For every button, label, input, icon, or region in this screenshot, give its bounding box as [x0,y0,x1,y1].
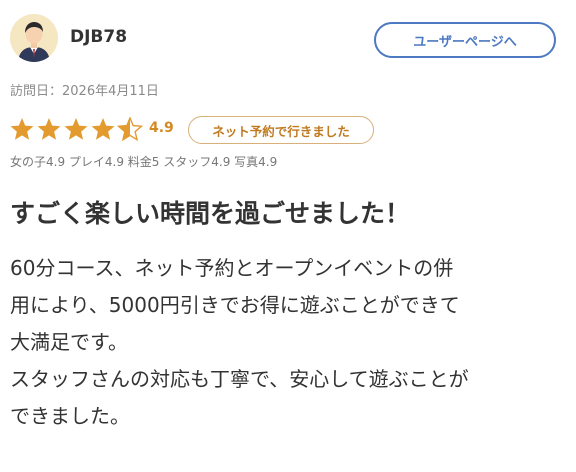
stars-graphic [10,117,144,142]
booking-method-badge: ネット予約で行きました [188,116,374,144]
review-header: DJB78 ユーザーページへ [10,14,560,66]
star-icon [64,118,88,140]
visit-date: 訪問日：2026年4月11日 [10,84,159,99]
review-line: 大満足です。 [10,330,128,354]
star-rating [10,117,144,143]
star-icon [10,118,34,140]
avatar-person-icon [10,14,58,62]
review-line: できました。 [10,404,130,428]
rating-row: 4.9 ネット予約で行きました [10,116,570,144]
username[interactable]: DJB78 [70,27,127,47]
rating-value: 4.9 [149,120,174,136]
review-line: 60分コース、ネット予約とオープンイベントの併 [10,256,454,280]
review-body: 60分コース、ネット予約とオープンイベントの併 用により、5000円引きでお得に… [10,250,570,435]
review-card: DJB78 ユーザーページへ 訪問日：2026年4月11日 4.9 ネット予約で… [0,0,576,472]
star-icon [91,118,115,140]
user-page-button[interactable]: ユーザーページへ [374,22,556,58]
sub-ratings: 女の子4.9 プレイ4.9 料金5 スタッフ4.9 写真4.9 [10,155,278,169]
review-title: すごく楽しい時間を過ごせました！ [10,199,411,228]
star-icon [37,118,61,140]
user-avatar[interactable] [10,14,58,62]
star-icon [116,117,144,142]
review-line: 用により、5000円引きでお得に遊ぶことができて [10,293,460,317]
review-line: スタッフさんの対応も丁寧で、安心して遊ぶことが [10,367,469,391]
